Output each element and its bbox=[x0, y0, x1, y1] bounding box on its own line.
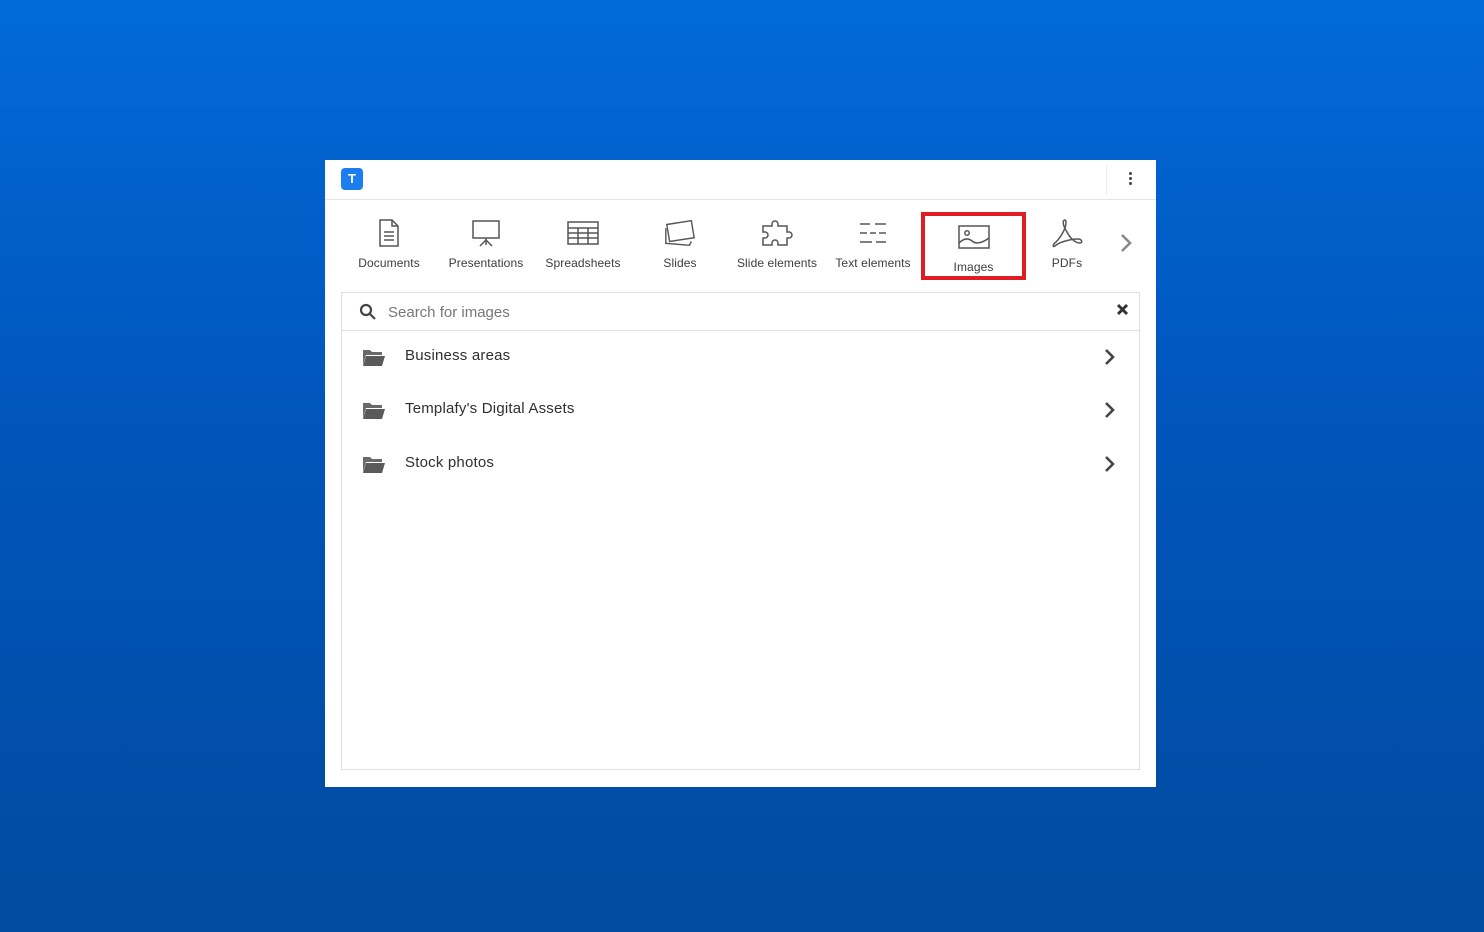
templafy-logo: T bbox=[341, 168, 363, 190]
document-icon bbox=[372, 216, 406, 250]
tab-slides[interactable]: Slides bbox=[632, 216, 728, 276]
folder-icon bbox=[362, 455, 386, 475]
search-input[interactable] bbox=[388, 299, 1088, 325]
category-bar: Documents Presentations Spreadsheets Sli… bbox=[325, 200, 1156, 290]
tab-label: Presentations bbox=[448, 256, 524, 270]
puzzle-icon bbox=[760, 216, 794, 250]
slides-icon bbox=[663, 216, 697, 250]
folder-label: Stock photos bbox=[405, 454, 495, 471]
search-icon bbox=[359, 303, 377, 321]
tab-label: Slides bbox=[663, 256, 697, 270]
folder-browser: Business areas Templafy's Digital Assets bbox=[341, 292, 1140, 770]
tab-slide-elements[interactable]: Slide elements bbox=[729, 216, 825, 276]
tab-presentations[interactable]: Presentations bbox=[438, 216, 534, 276]
tab-label: Spreadsheets bbox=[545, 256, 621, 270]
divider bbox=[1106, 166, 1107, 194]
text-elements-icon bbox=[856, 216, 890, 250]
folder-icon bbox=[362, 401, 386, 421]
search-bar bbox=[342, 293, 1139, 331]
tab-documents[interactable]: Documents bbox=[341, 216, 437, 276]
close-icon[interactable] bbox=[1114, 301, 1132, 319]
more-options-icon[interactable] bbox=[1121, 168, 1141, 190]
chevron-right-icon bbox=[1102, 453, 1118, 475]
folder-row-business-areas[interactable]: Business areas bbox=[342, 331, 1139, 384]
tab-label: Documents bbox=[358, 256, 420, 270]
tab-label: PDFs bbox=[1051, 256, 1083, 270]
folder-label: Templafy's Digital Assets bbox=[405, 400, 575, 417]
tab-pdfs[interactable]: PDFs bbox=[1019, 216, 1115, 276]
folder-row-stock-photos[interactable]: Stock photos bbox=[342, 438, 1139, 491]
templafy-panel: T Documents Presentations Spreadsheets S… bbox=[325, 160, 1156, 787]
tab-images[interactable]: Images bbox=[921, 212, 1026, 280]
tab-label: Images bbox=[953, 260, 994, 274]
tab-spreadsheets[interactable]: Spreadsheets bbox=[535, 216, 631, 276]
tab-label: Text elements bbox=[835, 256, 911, 270]
tab-text-elements[interactable]: Text elements bbox=[825, 216, 921, 276]
spreadsheet-icon bbox=[566, 216, 600, 250]
image-icon bbox=[957, 220, 991, 254]
folder-row-digital-assets[interactable]: Templafy's Digital Assets bbox=[342, 384, 1139, 437]
folder-icon bbox=[362, 348, 386, 368]
folder-label: Business areas bbox=[405, 347, 511, 364]
tab-label: Slide elements bbox=[736, 256, 818, 270]
presentation-icon bbox=[469, 216, 503, 250]
pdf-icon bbox=[1050, 216, 1084, 250]
top-bar: T bbox=[325, 160, 1156, 200]
chevron-right-icon bbox=[1102, 399, 1118, 421]
chevron-right-icon bbox=[1102, 346, 1118, 368]
chevron-right-icon[interactable] bbox=[1115, 230, 1137, 256]
